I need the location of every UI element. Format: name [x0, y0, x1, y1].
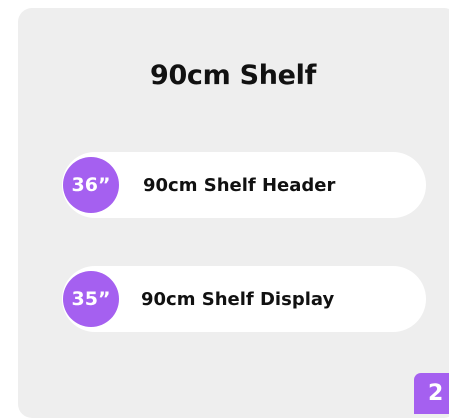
size-badge: 36” — [63, 157, 119, 213]
card-title: 90cm Shelf — [149, 60, 317, 91]
shelf-card: 90cm Shelf 36” 90cm Shelf Header 35” 90c… — [18, 8, 449, 418]
page-number-badge[interactable]: 2 — [414, 373, 449, 414]
option-shelf-header[interactable]: 36” 90cm Shelf Header — [62, 152, 426, 218]
option-label: 90cm Shelf Display — [141, 288, 335, 310]
option-shelf-display[interactable]: 35” 90cm Shelf Display — [62, 266, 426, 332]
size-badge: 35” — [63, 271, 119, 327]
option-label: 90cm Shelf Header — [143, 174, 336, 196]
